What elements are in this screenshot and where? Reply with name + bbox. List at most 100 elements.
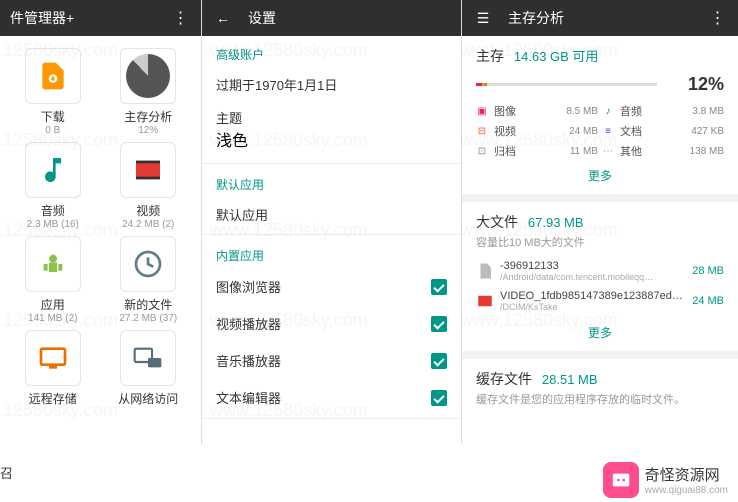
setting-row[interactable]: 默认应用: [202, 197, 461, 232]
file-icon: [476, 262, 494, 280]
file-name: -396912133: [500, 260, 686, 272]
category-name: 归档: [494, 143, 544, 159]
category-icon: ♪: [602, 105, 614, 117]
storage-more-button[interactable]: 更多: [476, 159, 724, 188]
category-size: 3.8 MB: [674, 106, 724, 117]
bigfiles-sub: 容量比10 MB大的文件: [476, 234, 724, 250]
tile-audio[interactable]: 音频2.3 MB (16): [8, 142, 98, 230]
setting-label: 音乐播放器: [216, 351, 281, 370]
tile-apps[interactable]: 应用141 MB (2): [8, 236, 98, 324]
download-icon: [25, 48, 81, 104]
section-header: 默认应用: [202, 166, 461, 197]
file-path: /DCIM/KsTake: [500, 302, 686, 312]
setting-label: 过期于1970年1月1日: [216, 75, 337, 94]
menu-dots-icon[interactable]: ⋮: [169, 8, 191, 28]
tile-sub: 12%: [104, 125, 194, 136]
category-name: 其他: [620, 143, 670, 159]
tile-label: 从网络访问: [104, 390, 194, 407]
network-icon: [120, 330, 176, 386]
storage-analysis-icon: [120, 48, 176, 104]
tile-sub: 0 B: [8, 125, 98, 136]
category-size: 11 MB: [548, 146, 598, 157]
checkbox-icon[interactable]: [431, 316, 447, 332]
back-icon[interactable]: ←: [212, 10, 234, 26]
watermark-site: 奇怪资源网: [645, 464, 728, 485]
tile-sub: 24.2 MB (2): [104, 219, 194, 230]
setting-label: 文本编辑器: [216, 388, 281, 407]
stray-char: 召: [0, 463, 13, 482]
setting-row[interactable]: 过期于1970年1月1日: [202, 67, 461, 102]
section-header: 内置应用: [202, 237, 461, 268]
tile-video[interactable]: 视频24.2 MB (2): [104, 142, 194, 230]
file-name: VIDEO_1fdb985147389e123887ed95…: [500, 290, 686, 302]
storage-label: 主存: [476, 48, 504, 64]
col3-topbar: ☰ 主存分析 ⋮: [462, 0, 738, 36]
apps-icon: [25, 236, 81, 292]
setting-row[interactable]: 图像浏览器: [202, 268, 461, 305]
section-header: 高级账户: [202, 36, 461, 67]
tile-label: 应用: [8, 296, 98, 313]
category-size: 138 MB: [674, 146, 724, 157]
tile-label: 远程存储: [8, 390, 98, 407]
category-size: 8.5 MB: [548, 106, 598, 117]
setting-label: 图像浏览器: [216, 277, 281, 296]
video-icon: [120, 142, 176, 198]
setting-row[interactable]: 视频播放器: [202, 305, 461, 342]
tile-label: 视频: [104, 202, 194, 219]
tile-label: 主存分析: [104, 108, 194, 125]
category-name: 文档: [620, 123, 670, 139]
app-title: 件管理器+: [10, 8, 74, 28]
bar-segment: [487, 83, 657, 86]
storage-card: 主存 14.63 GB 可用 12% ▣图像8.5 MB♪音频3.8 MB⊟视频…: [462, 36, 738, 202]
setting-row[interactable]: 文本编辑器: [202, 379, 461, 416]
setting-label: 视频播放器: [216, 314, 281, 333]
category-name: 音频: [620, 103, 670, 119]
checkbox-icon[interactable]: [431, 279, 447, 295]
watermark-logo-icon: [603, 462, 639, 498]
site-watermark: 奇怪资源网 www.qiguai88.com: [603, 462, 728, 498]
category-icon: ⋯: [602, 145, 614, 157]
setting-row[interactable]: 主题浅色: [202, 102, 461, 161]
file-row[interactable]: VIDEO_1fdb985147389e123887ed95…/DCIM/KsT…: [476, 286, 724, 316]
pie-icon: [126, 54, 170, 98]
tile-storage-analysis[interactable]: 主存分析12%: [104, 48, 194, 136]
file-size: 28 MB: [692, 265, 724, 277]
file-row[interactable]: -396912133/Android/data/com.tencent.mobi…: [476, 256, 724, 286]
tile-label: 新的文件: [104, 296, 194, 313]
category-name: 视频: [494, 123, 544, 139]
tile-new-files[interactable]: 新的文件27.2 MB (37): [104, 236, 194, 324]
bigfiles-card: 大文件 67.93 MB 容量比10 MB大的文件 -396912133/And…: [462, 202, 738, 359]
file-size: 24 MB: [692, 295, 724, 307]
checkbox-icon[interactable]: [431, 390, 447, 406]
bigfiles-more-button[interactable]: 更多: [476, 316, 724, 345]
file-icon: [476, 292, 494, 310]
tile-sub: 27.2 MB (37): [104, 313, 194, 324]
tile-download[interactable]: 下载0 B: [8, 48, 98, 136]
tile-label: 音频: [8, 202, 98, 219]
hamburger-icon[interactable]: ☰: [472, 10, 494, 27]
tile-label: 下载: [8, 108, 98, 125]
setting-row[interactable]: 音乐播放器: [202, 342, 461, 379]
menu-dots-icon[interactable]: ⋮: [706, 8, 728, 28]
tile-sub: 2.3 MB (16): [8, 219, 98, 230]
watermark-url: www.qiguai88.com: [645, 485, 728, 496]
cache-card[interactable]: 缓存文件 28.51 MB 缓存文件是您的应用程序存放的临时文件。: [462, 359, 738, 413]
remote-icon: [25, 330, 81, 386]
tile-network[interactable]: 从网络访问: [104, 330, 194, 407]
category-icon: ⊡: [476, 145, 488, 157]
setting-label: 默认应用: [216, 205, 268, 224]
col1-topbar: 件管理器+ ⋮: [0, 0, 201, 36]
cache-label: 缓存文件: [476, 371, 532, 387]
category-name: 图像: [494, 103, 544, 119]
bigfiles-label: 大文件: [476, 214, 518, 230]
audio-icon: [25, 142, 81, 198]
setting-label: 主题: [216, 108, 447, 127]
tile-remote[interactable]: 远程存储: [8, 330, 98, 407]
checkbox-icon[interactable]: [431, 353, 447, 369]
category-size: 427 KB: [674, 126, 724, 137]
category-size: 24 MB: [548, 126, 598, 137]
category-icon: ▣: [476, 105, 488, 117]
analysis-title: 主存分析: [508, 8, 564, 28]
col2-topbar: ← 设置: [202, 0, 461, 36]
settings-title: 设置: [248, 8, 276, 28]
